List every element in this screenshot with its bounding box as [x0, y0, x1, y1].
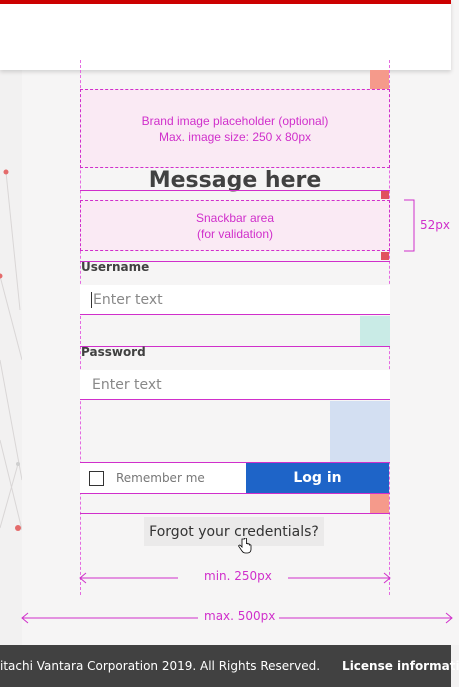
actions-bottom-line — [80, 493, 390, 494]
top-header-bar — [0, 0, 451, 70]
forgot-top-line — [80, 513, 390, 514]
spacing-marker-teal — [360, 316, 390, 346]
snackbar-line2: (for validation) — [196, 226, 274, 241]
spacing-marker-top — [370, 70, 389, 89]
brand-placeholder-line2: Max. image size: 250 x 80px — [158, 129, 312, 144]
network-background-decoration — [0, 169, 22, 531]
remember-me-label: Remember me — [116, 471, 205, 485]
spacing-marker-bottom — [370, 494, 389, 513]
password-placeholder: Enter text — [92, 376, 162, 393]
footer-bar: itachi Vantara Corporation 2019. All Rig… — [0, 645, 459, 687]
password-label: Password — [81, 345, 146, 359]
max-width-label: max. 500px — [200, 609, 280, 623]
snackbar-top-line — [80, 190, 390, 191]
username-input[interactable]: Enter text — [80, 285, 390, 315]
login-button[interactable]: Log in — [246, 463, 389, 493]
min-width-label: min. 250px — [200, 569, 276, 583]
snackbar-height-label: 52px — [420, 218, 450, 232]
username-placeholder: Enter text — [93, 291, 163, 308]
text-caret — [91, 291, 92, 308]
snackbar-area: Snackbar area (for validation) — [80, 200, 390, 251]
height-bracket-icon — [404, 199, 415, 252]
footer-copyright: itachi Vantara Corporation 2019. All Rig… — [0, 659, 321, 673]
forgot-credentials-button[interactable]: Forgot your credentials? — [144, 517, 324, 546]
spacing-marker-blue — [330, 401, 390, 462]
snackbar-top-marker — [381, 191, 389, 199]
hand-cursor-icon — [238, 538, 252, 554]
remember-me-checkbox[interactable] — [89, 470, 104, 486]
remember-me-row[interactable]: Remember me — [80, 463, 246, 493]
brand-image-placeholder: Brand image placeholder (optional) Max. … — [80, 89, 390, 168]
username-label: Username — [81, 260, 150, 274]
license-information-link[interactable]: License information — [342, 659, 459, 673]
snackbar-line1: Snackbar area — [195, 210, 275, 225]
password-input[interactable]: Enter text — [80, 370, 390, 400]
snackbar-bottom-marker — [381, 252, 389, 260]
brand-placeholder-line1: Brand image placeholder (optional) — [141, 113, 329, 128]
